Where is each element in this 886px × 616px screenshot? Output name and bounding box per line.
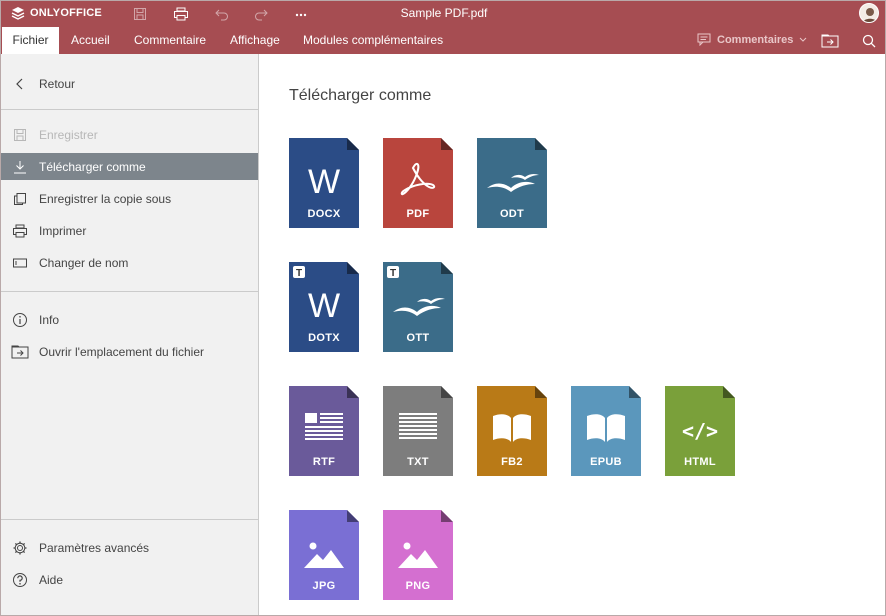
format-label: HTML (684, 456, 716, 468)
gear-icon (11, 539, 29, 557)
open-location-icon[interactable] (821, 27, 839, 54)
download-panel: Télécharger comme W DOCX PDF ODT W T DOTX T OTT R… (259, 54, 885, 615)
tab-commentaire[interactable]: Commentaire (134, 27, 206, 54)
svg-text:W: W (308, 287, 340, 325)
search-icon[interactable] (862, 27, 876, 54)
menu-item-label: Ouvrir l'emplacement du fichier (39, 344, 205, 359)
format-label: PDF (406, 208, 430, 220)
tab-modules[interactable]: Modules complémentaires (303, 27, 443, 54)
menu-item-label: Info (39, 312, 60, 327)
document-title: Sample PDF.pdf (400, 6, 488, 20)
format-html-button[interactable]: </> HTML (665, 386, 735, 476)
back-button[interactable]: Retour (1, 70, 258, 97)
menu-item-rename[interactable]: Changer de nom (1, 249, 258, 276)
format-label: JPG (312, 580, 336, 592)
rename-icon (11, 254, 29, 272)
back-label: Retour (39, 76, 76, 91)
menu-item-info[interactable]: Info (1, 306, 258, 333)
format-label: EPUB (590, 456, 622, 468)
format-dotx-button[interactable]: W T DOTX (289, 262, 359, 352)
menu-item-open-location[interactable]: Ouvrir l'emplacement du fichier (1, 338, 258, 365)
save-icon (11, 126, 29, 144)
download-icon (11, 158, 29, 176)
menu-item-help[interactable]: Aide (1, 566, 258, 593)
format-odt-button[interactable]: ODT (477, 138, 547, 228)
format-png-button[interactable]: PNG (383, 510, 453, 600)
format-rtf-button[interactable]: RTF (289, 386, 359, 476)
tab-accueil[interactable]: Accueil (71, 27, 110, 54)
format-label: PNG (405, 580, 431, 592)
menu-item-save-copy[interactable]: Enregistrer la copie sous (1, 185, 258, 212)
svg-text:W: W (308, 163, 340, 201)
menu-item-label: Changer de nom (39, 255, 129, 270)
panel-title: Télécharger comme (289, 87, 432, 104)
tab-affichage[interactable]: Affichage (230, 27, 280, 54)
svg-text:</>: </> (682, 419, 718, 443)
tab-fichier[interactable]: Fichier (2, 27, 59, 54)
tab-bar: Fichier Accueil Commentaire Affichage Mo… (1, 27, 885, 54)
format-label: FB2 (501, 456, 523, 468)
format-label: DOCX (307, 208, 341, 220)
menu-item-label: Paramètres avancés (39, 540, 150, 555)
menu-item-label: Imprimer (39, 223, 87, 238)
info-icon (11, 311, 29, 329)
menu-item-label: Enregistrer la copie sous (39, 191, 172, 206)
svg-text:T: T (296, 268, 302, 279)
format-label: ODT (499, 208, 525, 220)
format-txt-button[interactable]: TXT (383, 386, 453, 476)
menu-item-label: Enregistrer (39, 127, 98, 142)
menu-item-advanced-settings[interactable]: Paramètres avancés (1, 534, 258, 561)
menu-item-label: Aide (39, 572, 64, 587)
format-ott-button[interactable]: T OTT (383, 262, 453, 352)
comments-label: Commentaires (717, 33, 794, 46)
title-bar: ONLYOFFICE Sample PDF.pdf (1, 1, 885, 27)
format-label: DOTX (308, 332, 340, 344)
format-label: TXT (407, 456, 429, 468)
format-pdf-button[interactable]: PDF (383, 138, 453, 228)
app-window: ONLYOFFICE Sample PDF.pdf Fichier Accuei… (0, 0, 886, 616)
menu-item-label: Télécharger comme (39, 159, 146, 174)
user-avatar[interactable] (859, 3, 879, 23)
svg-text:T: T (390, 268, 396, 279)
format-fb2-button[interactable]: FB2 (477, 386, 547, 476)
divider (1, 519, 258, 520)
chevron-down-icon (800, 37, 807, 42)
menu-item-print[interactable]: Imprimer (1, 217, 258, 244)
chevron-left-icon (11, 75, 29, 93)
format-jpg-button[interactable]: JPG (289, 510, 359, 600)
print-icon (11, 222, 29, 240)
format-label: OTT (406, 332, 430, 344)
file-menu-sidebar: Retour Enregistrer Télécharger comme Enr… (1, 54, 259, 615)
divider (1, 109, 258, 110)
menu-item-download-as[interactable]: Télécharger comme (1, 153, 258, 180)
format-label: RTF (312, 456, 336, 468)
copy-icon (11, 190, 29, 208)
comment-icon (697, 33, 711, 46)
format-docx-button[interactable]: W DOCX (289, 138, 359, 228)
comments-button[interactable]: Commentaires (697, 33, 807, 46)
format-epub-button[interactable]: EPUB (571, 386, 641, 476)
help-icon (11, 571, 29, 589)
divider (1, 291, 258, 292)
menu-item-save[interactable]: Enregistrer (1, 121, 258, 148)
open-location-icon (11, 343, 29, 361)
